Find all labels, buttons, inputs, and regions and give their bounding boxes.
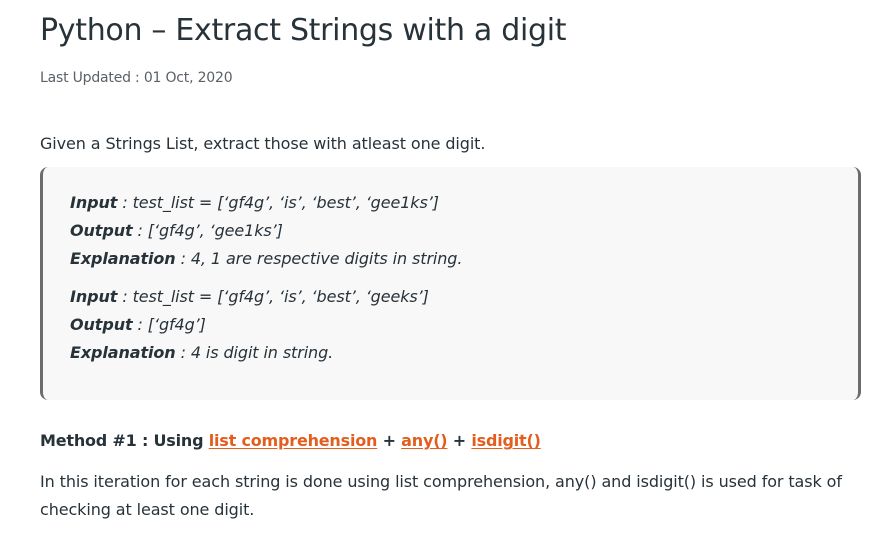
example-2-output: Output : [‘gf4g’] (70, 315, 206, 334)
explanation-label: Explanation (70, 249, 176, 268)
method-prefix: Method #1 : Using (40, 431, 209, 450)
example-box: Input : test_list = [‘gf4g’, ‘is’, ‘best… (40, 167, 861, 400)
method-separator: + (447, 431, 472, 450)
example-1-input: Input : test_list = [‘gf4g’, ‘is’, ‘best… (70, 193, 439, 212)
any-link[interactable]: any() (401, 431, 447, 450)
input-label: Input (70, 287, 118, 306)
output-label: Output (70, 315, 133, 334)
example-1-output: Output : [‘gf4g’, ‘gee1ks’] (70, 221, 283, 240)
explanation-label: Explanation (70, 343, 176, 362)
output-value: : [‘gf4g’] (132, 315, 206, 334)
method-heading: Method #1 : Using list comprehension + a… (40, 431, 541, 450)
method-separator: + (377, 431, 402, 450)
example-2-explanation: Explanation : 4 is digit in string. (70, 343, 333, 362)
output-label: Output (70, 221, 133, 240)
example-2-input: Input : test_list = [‘gf4g’, ‘is’, ‘best… (70, 287, 429, 306)
page-title: Python – Extract Strings with a digit (40, 13, 567, 48)
input-value: : test_list = [‘gf4g’, ‘is’, ‘best’, ‘ge… (117, 193, 439, 212)
list-comprehension-link[interactable]: list comprehension (209, 431, 378, 450)
last-updated: Last Updated : 01 Oct, 2020 (40, 70, 233, 86)
isdigit-link[interactable]: isdigit() (471, 431, 541, 450)
output-value: : [‘gf4g’, ‘gee1ks’] (132, 221, 283, 240)
explanation-value: : 4 is digit in string. (175, 343, 334, 362)
input-value: : test_list = [‘gf4g’, ‘is’, ‘best’, ‘ge… (117, 287, 429, 306)
intro-paragraph: Given a Strings List, extract those with… (40, 134, 486, 153)
method-description: In this iteration for each string is don… (40, 472, 842, 519)
explanation-value: : 4, 1 are respective digits in string. (175, 249, 463, 268)
example-1-explanation: Explanation : 4, 1 are respective digits… (70, 249, 462, 268)
input-label: Input (70, 193, 118, 212)
